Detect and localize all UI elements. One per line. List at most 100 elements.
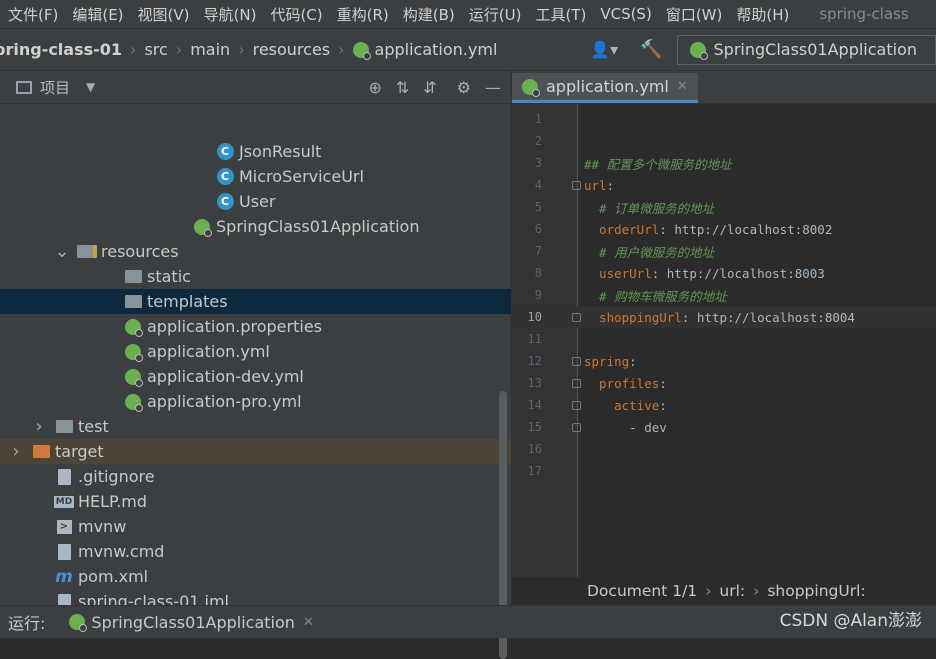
gear-icon[interactable]: ⚙ — [457, 78, 471, 97]
line-number: 17 — [527, 464, 542, 478]
tree-item[interactable]: application-dev.yml — [0, 364, 511, 389]
code-line[interactable]: 10 shoppingUrl: http://localhost:8004 — [512, 306, 936, 328]
fold-marker-icon[interactable] — [572, 357, 581, 366]
menu-item[interactable]: 导航(N) — [196, 4, 263, 25]
run-tab-label[interactable]: SpringClass01Application — [91, 613, 294, 632]
fold-marker-icon[interactable] — [572, 181, 581, 190]
tree-item[interactable]: ⌄ resources — [0, 239, 511, 264]
code-line[interactable]: 8 userUrl: http://localhost:8003 — [512, 262, 936, 284]
code-line[interactable]: 1 — [512, 108, 936, 130]
project-panel-title[interactable]: 项目 — [40, 77, 70, 98]
tree-item-label: templates — [147, 292, 228, 311]
breadcrumb-item[interactable]: resources — [253, 40, 331, 59]
code-line[interactable]: 13 profiles: — [512, 372, 936, 394]
close-icon[interactable]: ✕ — [677, 79, 688, 94]
menu-item[interactable]: 文件(F) — [0, 4, 64, 25]
chevron-right-icon[interactable]: › — [7, 441, 25, 462]
editor-pane: application.yml ✕ 1 2 3 ## 配置多个微服务的地址 4 url: 5… — [511, 71, 936, 605]
code-text: # 购物车微服务的地址 — [584, 286, 727, 305]
tree-item[interactable]: templates — [0, 289, 511, 314]
editor-breadcrumb-item[interactable]: shoppingUrl: — [767, 582, 865, 600]
fold-marker-icon[interactable] — [572, 379, 581, 388]
menu-item[interactable]: 工具(T) — [527, 4, 592, 25]
tree-item-icon-box: C — [215, 168, 235, 186]
code-line[interactable]: 2 — [512, 130, 936, 152]
tree-item[interactable]: mvnw.cmd — [0, 539, 511, 564]
code-line[interactable]: 7 # 用户微服务的地址 — [512, 240, 936, 262]
tree-item-icon-box — [123, 368, 143, 387]
code-line[interactable]: 16 — [512, 438, 936, 460]
tree-item[interactable]: MD HELP.md — [0, 489, 511, 514]
code-text: shoppingUrl: http://localhost:8004 — [584, 310, 855, 325]
menu-item[interactable]: 代码(C) — [262, 4, 328, 25]
breadcrumb-item[interactable]: application.yml — [352, 40, 497, 60]
gitignore-file-icon — [57, 468, 71, 485]
project-panel: 项目 ▼ ⊕ ⇅ ⇵ ⚙ — C JsonResult C MicroServiceU… — [0, 71, 511, 659]
tree-item[interactable]: application.yml — [0, 339, 511, 364]
code-token: # 用户微服务的地址 — [584, 244, 715, 260]
menu-item[interactable]: 视图(V) — [130, 4, 196, 25]
close-icon[interactable]: ✕ — [303, 615, 314, 630]
chevron-right-icon[interactable]: › — [30, 416, 48, 437]
menu-item[interactable]: 编辑(E) — [64, 4, 129, 25]
code-line[interactable]: 12 spring: — [512, 350, 936, 372]
tree-item[interactable]: application-pro.yml — [0, 389, 511, 414]
navigation-bar: pring-class-01 › src › main › resources › applic… — [0, 28, 936, 71]
menu-item[interactable]: 重构(R) — [329, 4, 395, 25]
code-line[interactable]: 11 — [512, 328, 936, 350]
breadcrumb-separator: › — [753, 582, 760, 600]
fold-marker-icon[interactable] — [572, 401, 581, 410]
code-line[interactable]: 9 # 购物车微服务的地址 — [512, 284, 936, 306]
user-icon[interactable]: 👤▾ — [590, 40, 618, 59]
tree-item[interactable]: m pom.xml — [0, 564, 511, 589]
tree-item[interactable]: C User — [0, 189, 511, 214]
chevron-down-icon[interactable]: ▼ — [86, 80, 95, 94]
code-token: orderUrl — [584, 221, 660, 237]
code-line[interactable]: 3 ## 配置多个微服务的地址 — [512, 152, 936, 174]
tree-item[interactable]: › target — [0, 439, 511, 464]
fold-marker-icon[interactable] — [572, 423, 581, 432]
menu-item[interactable]: 运行(U) — [461, 4, 528, 25]
tree-item[interactable]: › test — [0, 414, 511, 439]
build-hammer-icon[interactable]: 🔨 — [640, 39, 662, 60]
menu-bar: 文件(F) 编辑(E) 视图(V) 导航(N) 代码(C) 重构(R) 构建(B) 运行(U)… — [0, 0, 936, 28]
menu-item[interactable]: 帮助(H) — [728, 4, 795, 25]
menu-item[interactable]: VCS(S) — [592, 5, 657, 23]
tree-item[interactable]: SpringClass01Application — [0, 214, 511, 239]
line-number: 10 — [527, 310, 542, 324]
menu-item[interactable]: 窗口(W) — [658, 4, 729, 25]
minimize-icon[interactable]: — — [485, 78, 501, 97]
code-text: # 用户微服务的地址 — [584, 242, 714, 261]
tree-item[interactable]: C JsonResult — [0, 139, 511, 164]
tree-item[interactable]: application.properties — [0, 314, 511, 339]
chevron-down-icon[interactable]: ⌄ — [53, 241, 71, 262]
tab-application-yml[interactable]: application.yml ✕ — [512, 73, 698, 103]
code-line[interactable]: 14 active: — [512, 394, 936, 416]
code-line[interactable]: 15 - dev — [512, 416, 936, 438]
fold-marker-icon[interactable] — [572, 313, 581, 322]
breadcrumb-item[interactable]: pring-class-01 — [0, 40, 122, 59]
app-title: spring-class — [819, 5, 909, 23]
code-line[interactable]: 6 orderUrl: http://localhost:8002 — [512, 218, 936, 240]
tree-item-label: User — [239, 192, 276, 211]
editor-breadcrumb-item[interactable]: url: — [719, 582, 745, 600]
menu-item[interactable]: 构建(B) — [395, 4, 461, 25]
tree-item[interactable]: > mvnw — [0, 514, 511, 539]
tree-item-label: application-dev.yml — [147, 367, 304, 386]
expand-all-icon[interactable]: ⇅ — [396, 78, 409, 97]
code-line[interactable]: 17 — [512, 460, 936, 482]
locate-icon[interactable]: ⊕ — [368, 78, 381, 97]
tree-item-label: application-pro.yml — [147, 392, 302, 411]
breadcrumb-item[interactable]: src — [144, 40, 167, 59]
collapse-all-icon[interactable]: ⇵ — [423, 78, 436, 97]
breadcrumb-item[interactable]: main — [190, 40, 230, 59]
code-line[interactable]: 5 # 订单微服务的地址 — [512, 196, 936, 218]
run-config-selector[interactable]: SpringClass01Application — [676, 34, 936, 65]
tree-item[interactable]: C MicroServiceUrl — [0, 164, 511, 189]
editor-breadcrumb-item[interactable]: Document 1/1 — [587, 582, 697, 600]
code-token: : — [629, 353, 637, 369]
tree-item[interactable]: static — [0, 264, 511, 289]
code-line[interactable]: 4 url: — [512, 174, 936, 196]
tree-item[interactable]: .gitignore — [0, 464, 511, 489]
spring-app-icon — [689, 41, 708, 60]
